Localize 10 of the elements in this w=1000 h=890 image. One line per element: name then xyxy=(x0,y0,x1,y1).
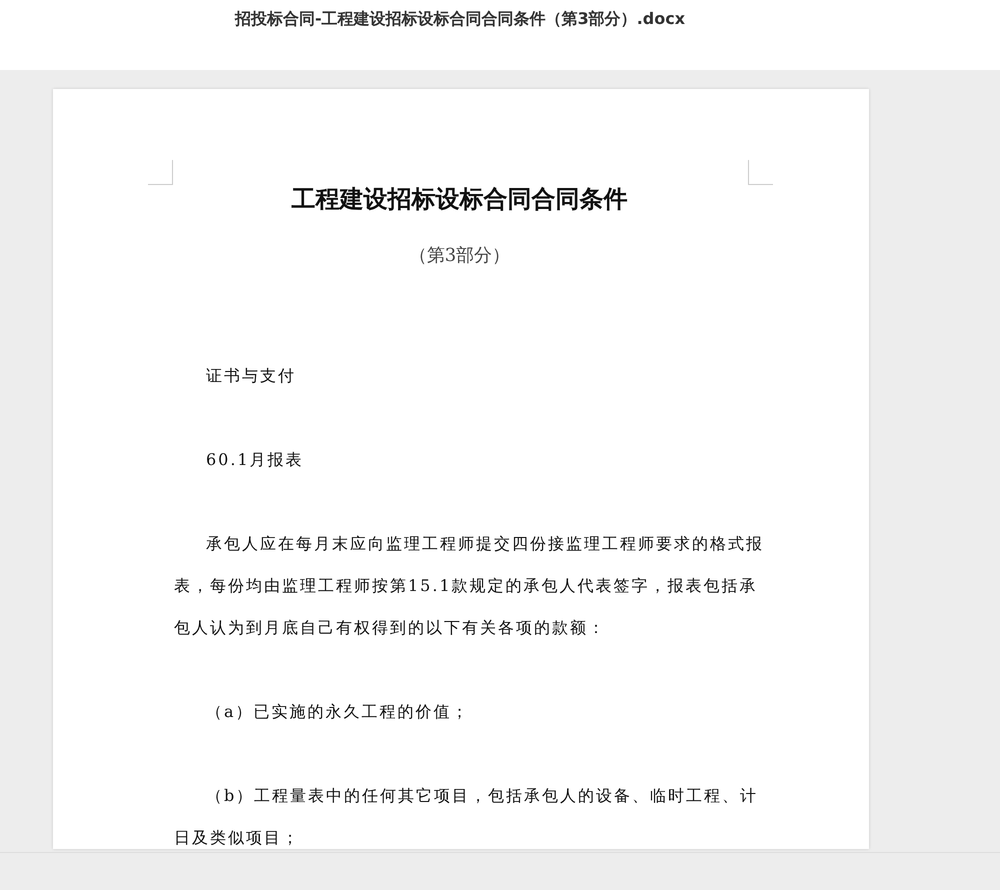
paragraph: 60.1月报表 xyxy=(205,449,305,471)
paragraph: （b）工程量表中的任何其它项目，包括承包人的设备、临时工程、计日及类似项目； xyxy=(174,785,760,849)
document-filename: 招投标合同-工程建设招标设标合同合同条件（第3部分）.docx xyxy=(234,9,686,30)
margin-corner-mark xyxy=(748,160,773,185)
paragraph: 证书与支付 xyxy=(205,365,297,387)
margin-corner-mark xyxy=(148,160,173,185)
document-title: 工程建设招标设标合同合同条件 xyxy=(290,184,628,215)
paragraph: 承包人应在每月末应向监理工程师提交四份接监理工程师要求的格式报表，每份均由监理工程师按第15.1款规定的承包人代表签字，报表包括承包人认为到月底自己有权得到的以下有关各项的款额： xyxy=(174,533,764,639)
document-subtitle: （第3部分） xyxy=(408,244,512,267)
paragraph: （a）已实施的永久工程的价值； xyxy=(205,701,471,723)
